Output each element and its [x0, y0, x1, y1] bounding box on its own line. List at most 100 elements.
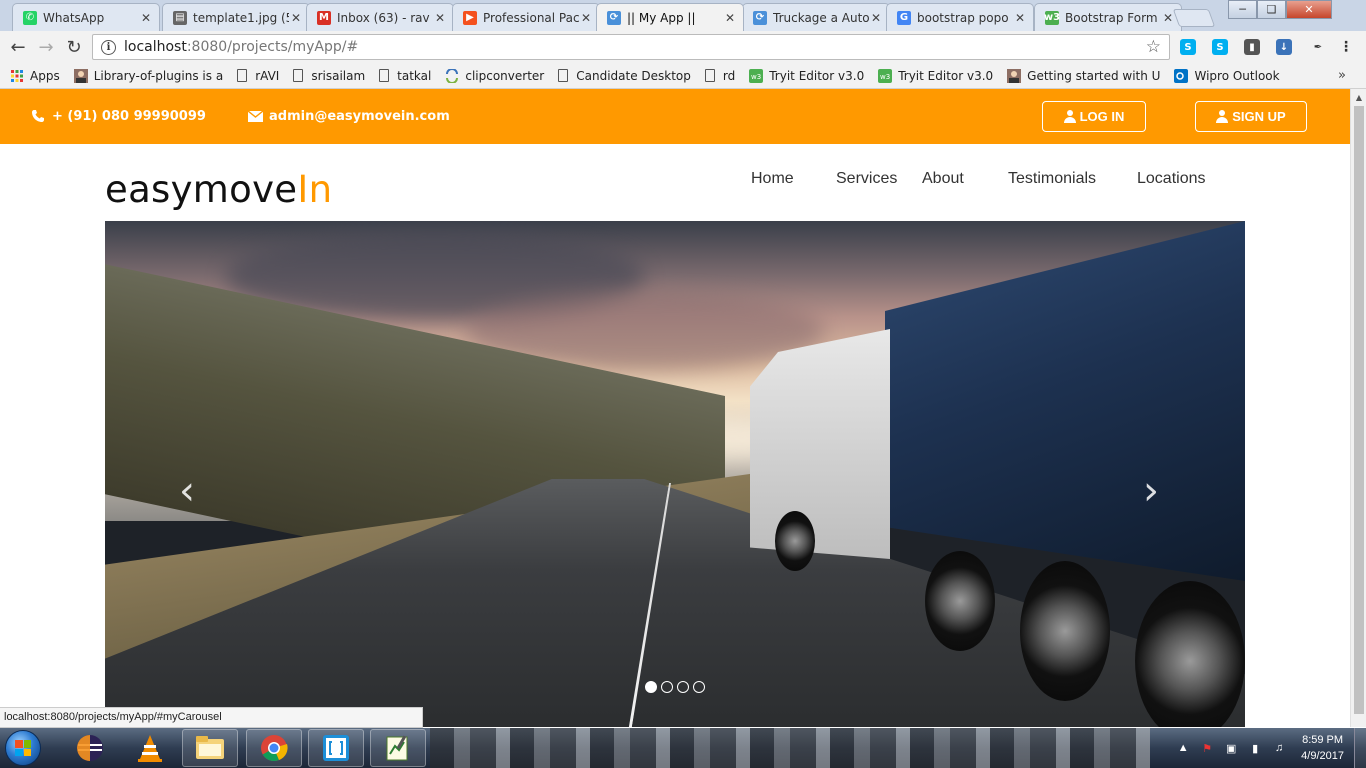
skype-extension-icon-2[interactable]: S — [1212, 39, 1228, 55]
show-hidden-icons[interactable]: ▲ — [1175, 740, 1191, 756]
bookmark-label: Candidate Desktop — [576, 68, 691, 83]
network-signal-icon[interactable]: ▮ — [1247, 740, 1263, 756]
bookmark-item[interactable]: clipconverter — [445, 68, 544, 83]
tab-title: bootstrap popo — [917, 10, 1009, 25]
user-icon — [1216, 110, 1229, 123]
tab-title: Bootstrap Form — [1065, 10, 1158, 25]
bookmark-star-icon[interactable]: ☆ — [1146, 37, 1161, 57]
extension-icon[interactable]: ▮ — [1244, 39, 1260, 55]
email-contact[interactable]: admin@easymovein.com — [247, 108, 450, 124]
eyedropper-extension-icon[interactable]: ✒ — [1310, 39, 1326, 55]
browser-tab[interactable]: ✆ WhatsApp ✕ — [12, 3, 160, 31]
bookmark-item[interactable]: w3 Tryit Editor v3.0 — [878, 68, 994, 83]
device-icon[interactable]: ▣ — [1223, 740, 1239, 756]
site-info-icon[interactable]: i — [101, 39, 116, 55]
page-scrollbar[interactable]: ▲ — [1350, 89, 1366, 727]
eclipse-icon[interactable] — [62, 729, 118, 767]
chrome-icon[interactable] — [246, 729, 302, 767]
bookmark-item[interactable]: rd — [704, 69, 735, 83]
forward-arrow-icon[interactable]: → — [32, 33, 60, 61]
bookmarks-bar: Apps Library-of-plugins is a rAVI srisailam… — [0, 63, 1366, 89]
browser-tab[interactable]: Gbootstrap popo ✕ — [886, 3, 1034, 31]
reload-icon[interactable]: ↻ — [60, 33, 88, 61]
scroll-up-icon[interactable]: ▲ — [1351, 89, 1366, 105]
bookmark-item[interactable]: Getting started with U — [1007, 68, 1160, 83]
browser-tab[interactable]: ⟳ || My App || ✕ — [596, 3, 744, 31]
back-arrow-icon[interactable]: ← — [4, 33, 32, 61]
brackets-icon[interactable] — [308, 729, 364, 767]
skype-extension-icon[interactable]: S — [1180, 39, 1196, 55]
bookmark-item[interactable]: srisailam — [293, 69, 365, 83]
email-address: admin@easymovein.com — [269, 108, 450, 124]
close-tab-icon[interactable]: ✕ — [1161, 11, 1175, 25]
clock-time: 8:59 PM — [1302, 734, 1344, 746]
logo-accent: In — [297, 168, 333, 211]
carousel-prev-control[interactable]: ‹ — [179, 468, 195, 514]
bookmark-item[interactable]: tatkal — [379, 69, 431, 83]
address-bar[interactable]: i localhost:8080/projects/myApp/# ☆ — [92, 34, 1170, 60]
bookmark-item[interactable]: Apps — [10, 69, 60, 83]
bookmark-label: srisailam — [311, 68, 366, 83]
browser-tab[interactable]: ⟳ Truckage a Auto ✕ — [742, 3, 890, 31]
bookmark-label: Tryit Editor v3.0 — [769, 68, 865, 83]
phone-number: + (91) 080 99990099 — [52, 108, 206, 124]
close-tab-icon[interactable]: ✕ — [723, 11, 737, 25]
tab-title: || My App || — [627, 10, 696, 25]
windows-taskbar: ▲ ⚑ ▣ ▮ ♫ 8:59 PM 4/9/2017 — [0, 728, 1366, 768]
site-logo[interactable]: easymoveIn — [105, 168, 332, 211]
bookmark-item[interactable]: Library-of-plugins is a — [73, 68, 223, 83]
minimize-icon[interactable]: ─ — [1228, 0, 1257, 19]
bookmark-item[interactable]: Wipro Outlook — [1174, 68, 1280, 83]
show-desktop-button[interactable] — [1354, 728, 1366, 768]
system-tray: ▲ ⚑ ▣ ▮ ♫ 8:59 PM 4/9/2017 — [1171, 728, 1366, 768]
bookmark-item[interactable]: Candidate Desktop — [558, 69, 691, 83]
carousel-indicator-dot[interactable] — [677, 681, 689, 693]
new-tab-button[interactable] — [1172, 9, 1216, 27]
carousel-indicator-dot[interactable] — [645, 681, 657, 693]
download-extension-icon[interactable]: ↓ — [1276, 39, 1292, 55]
bookmark-item[interactable]: rAVI — [237, 69, 279, 83]
carousel-indicator-dot[interactable] — [693, 681, 705, 693]
nav-about[interactable]: About — [922, 170, 964, 188]
login-button[interactable]: LOG IN — [1042, 101, 1146, 132]
page-viewport: + (91) 080 99990099 admin@easymovein.com… — [0, 89, 1350, 727]
action-center-flag-icon[interactable]: ⚑ — [1199, 740, 1215, 756]
close-tab-icon[interactable]: ✕ — [289, 11, 303, 25]
nav-home[interactable]: Home — [751, 170, 794, 188]
bookmark-label: Apps — [30, 68, 60, 83]
nav-testimonials[interactable]: Testimonials — [1008, 170, 1096, 188]
carousel-indicator-dot[interactable] — [661, 681, 673, 693]
close-window-icon[interactable]: ✕ — [1286, 0, 1332, 19]
notepad-icon[interactable] — [370, 729, 426, 767]
close-tab-icon[interactable]: ✕ — [1013, 11, 1027, 25]
browser-tab[interactable]: w3 Bootstrap Form ✕ — [1034, 3, 1182, 31]
contact-topbar: + (91) 080 99990099 admin@easymovein.com… — [0, 89, 1350, 144]
bookmark-item[interactable]: w3 Tryit Editor v3.0 — [749, 68, 865, 83]
close-tab-icon[interactable]: ✕ — [869, 11, 883, 25]
volume-icon[interactable]: ♫ — [1271, 740, 1287, 756]
scrollbar-thumb[interactable] — [1354, 106, 1364, 714]
browser-tab[interactable]: ▶ Professional Pac ✕ — [452, 3, 600, 31]
bookmark-label: Tryit Editor v3.0 — [898, 68, 994, 83]
nav-services[interactable]: Services — [836, 170, 897, 188]
window-controls: ─ ❑ ✕ — [1228, 0, 1332, 19]
start-button[interactable] — [5, 730, 41, 766]
browser-tab[interactable]: M Inbox (63) - rav ✕ — [306, 3, 454, 31]
browser-tab[interactable]: ▤ template1.jpg (5 ✕ — [162, 3, 310, 31]
carousel-next-control[interactable]: › — [1143, 468, 1159, 514]
tab-title: Truckage a Auto — [773, 10, 869, 25]
vlc-icon[interactable] — [122, 729, 178, 767]
close-tab-icon[interactable]: ✕ — [433, 11, 447, 25]
nav-locations[interactable]: Locations — [1137, 170, 1206, 188]
bookmarks-overflow-icon[interactable]: » — [1338, 68, 1346, 83]
maximize-icon[interactable]: ❑ — [1257, 0, 1286, 19]
close-tab-icon[interactable]: ✕ — [579, 11, 593, 25]
taskbar-clock[interactable]: 8:59 PM 4/9/2017 — [1301, 732, 1344, 764]
signup-button[interactable]: SIGN UP — [1195, 101, 1307, 132]
menu-icon[interactable]: ⋮ — [1338, 39, 1354, 55]
close-tab-icon[interactable]: ✕ — [139, 11, 153, 25]
bookmark-label: tatkal — [397, 68, 432, 83]
whatsapp-icon: ✆ — [23, 10, 37, 25]
file-explorer-icon[interactable] — [182, 729, 238, 767]
logo-text: easymove — [105, 168, 298, 211]
